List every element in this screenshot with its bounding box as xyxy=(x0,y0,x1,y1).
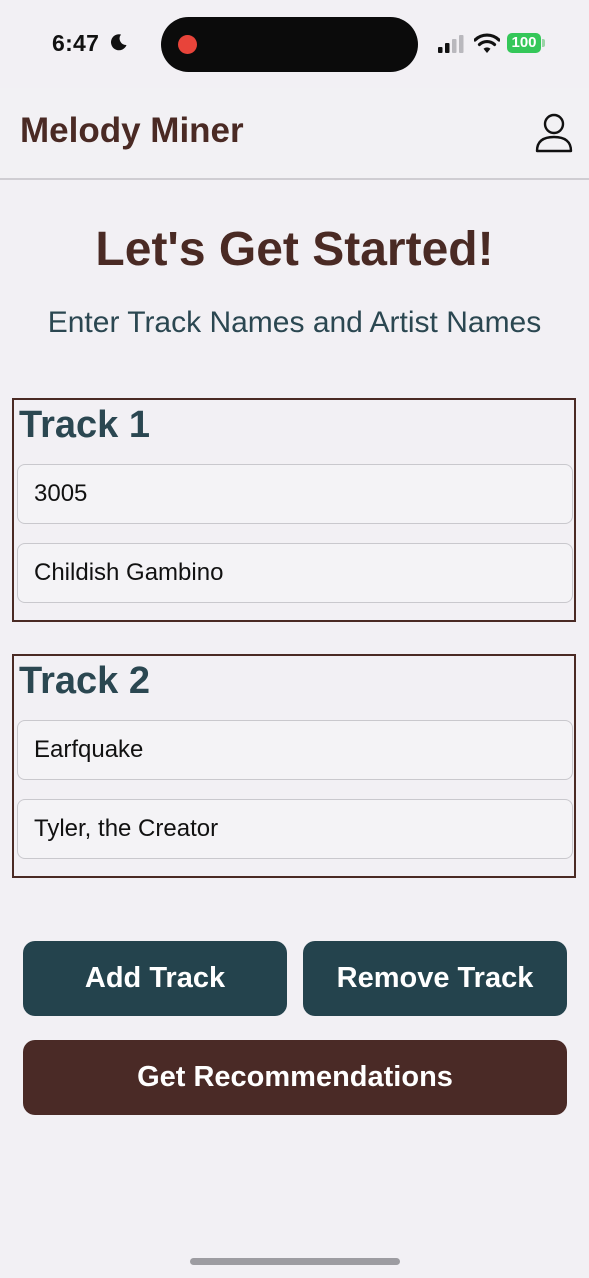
track-title: Track 2 xyxy=(19,660,150,702)
app-header: Melody Miner xyxy=(0,88,589,180)
artist-name-input[interactable] xyxy=(17,543,573,603)
dynamic-island xyxy=(161,17,418,72)
track-card-2: Track 2 xyxy=(12,654,576,878)
add-track-button[interactable]: Add Track xyxy=(23,941,287,1016)
track-name-input[interactable] xyxy=(17,464,573,524)
app-title: Melody Miner xyxy=(20,111,244,150)
wifi-icon xyxy=(474,33,500,53)
user-icon[interactable] xyxy=(534,112,574,154)
page-title: Let's Get Started! xyxy=(95,223,494,276)
status-bar: 6:47 100 xyxy=(0,0,589,88)
recording-dot-icon xyxy=(178,35,197,54)
battery-icon: 100 xyxy=(507,33,541,53)
track-name-input[interactable] xyxy=(17,720,573,780)
get-recommendations-button[interactable]: Get Recommendations xyxy=(23,1040,567,1115)
moon-icon xyxy=(110,34,127,51)
page-subtitle: Enter Track Names and Artist Names xyxy=(47,306,542,339)
remove-track-button[interactable]: Remove Track xyxy=(303,941,567,1016)
cellular-signal-icon xyxy=(438,35,464,53)
artist-name-input[interactable] xyxy=(17,799,573,859)
track-title: Track 1 xyxy=(19,404,150,446)
status-time: 6:47 xyxy=(52,30,100,56)
home-indicator[interactable] xyxy=(190,1258,400,1265)
battery-cap xyxy=(542,39,545,47)
track-card-1: Track 1 xyxy=(12,398,576,622)
